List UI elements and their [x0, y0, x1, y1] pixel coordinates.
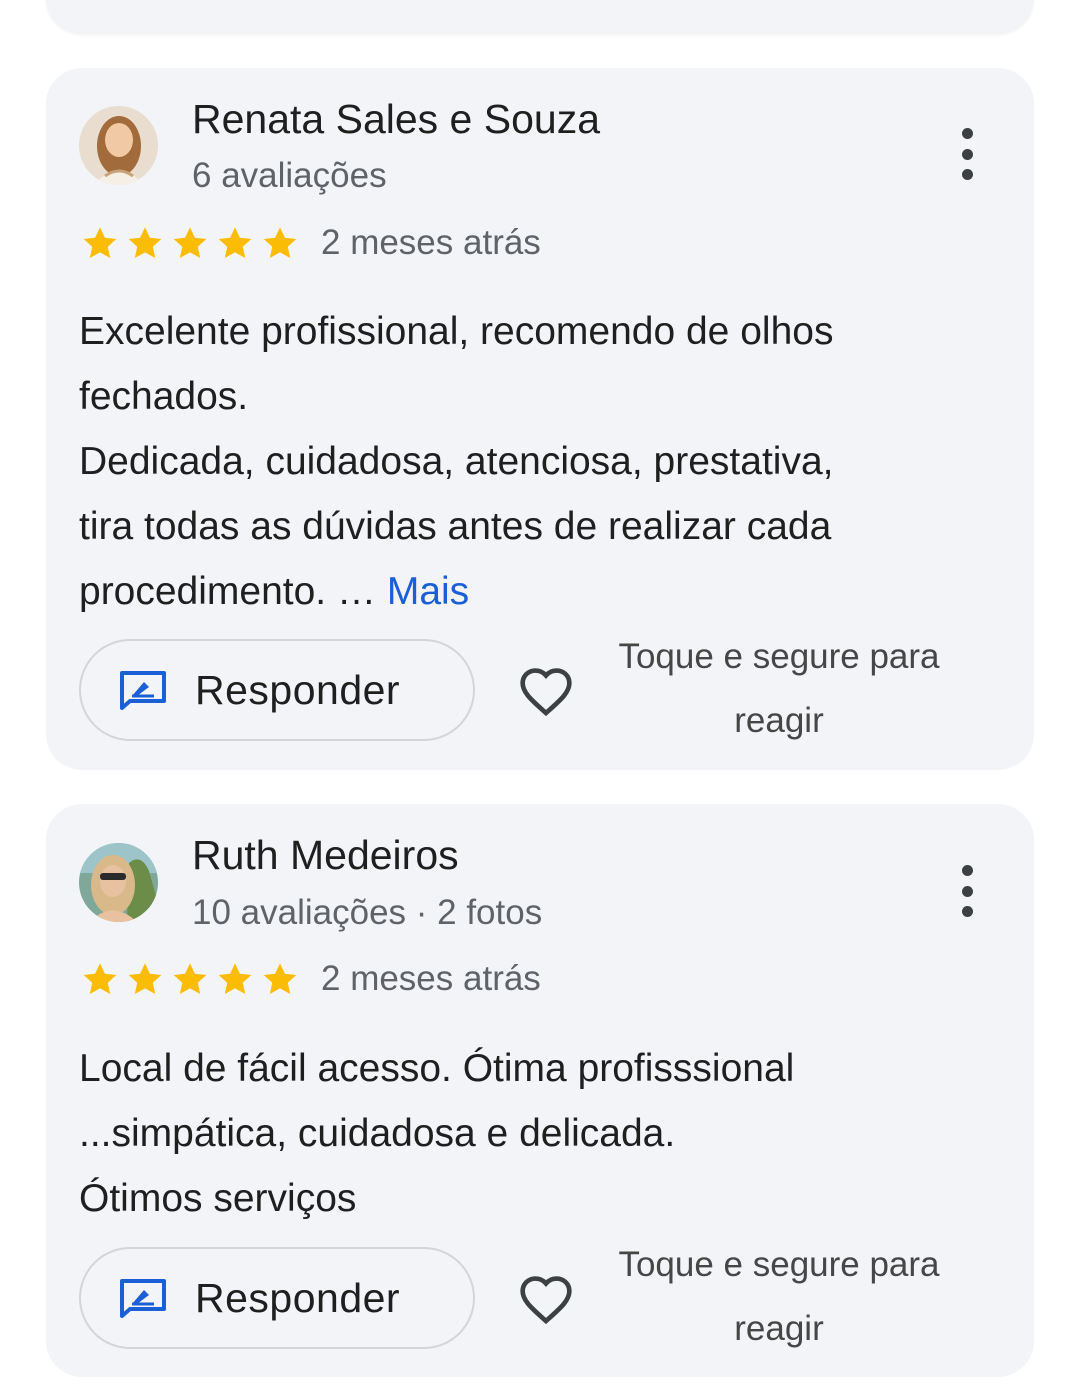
review-text-line: Ótimos serviços: [79, 1177, 357, 1220]
reply-button-label: Responder: [195, 666, 401, 713]
review-text-line: Dedicada, cuidadosa, atenciosa, prestati…: [79, 440, 834, 483]
reply-button-label: Responder: [195, 1274, 401, 1321]
reply-icon: [120, 1279, 166, 1318]
more-link[interactable]: Mais: [387, 570, 469, 613]
review-text-line: procedimento. … Mais: [79, 559, 979, 624]
review-text: Excelente profissional, recomendo de olh…: [79, 299, 979, 624]
reviewer-meta: 6 avaliações: [192, 156, 387, 195]
react-hint: Toque e segure para reagir: [594, 625, 964, 753]
star-icon: [83, 963, 117, 994]
review-card: Renata Sales e Souza 6 avaliações 2 mese…: [46, 68, 1034, 770]
star-icon: [218, 227, 252, 258]
react-hint-line: reagir: [734, 1309, 824, 1348]
review-time: 2 meses atrás: [321, 959, 541, 998]
more-vert-icon[interactable]: [950, 865, 984, 917]
star-icon: [128, 963, 162, 994]
more-vert-icon[interactable]: [950, 128, 984, 180]
review-text-line: fechados.: [79, 375, 249, 418]
reviewer-avatar[interactable]: [79, 843, 158, 922]
star-rating: [79, 224, 301, 264]
previous-review-card-edge: [46, 0, 1034, 33]
react-hint: Toque e segure para reagir: [594, 1233, 964, 1361]
review-card: Ruth Medeiros 10 avaliações · 2 fotos 2 …: [46, 804, 1034, 1377]
reply-button[interactable]: Responder: [79, 1247, 475, 1349]
heart-icon[interactable]: [516, 1272, 576, 1328]
star-icon: [128, 227, 162, 258]
reviewer-avatar[interactable]: [79, 106, 158, 185]
star-icon: [173, 227, 207, 258]
review-text-line: tira todas as dúvidas antes de realizar …: [79, 505, 832, 548]
review-text: Local de fácil acesso. Ótima profisssion…: [79, 1036, 979, 1231]
review-time: 2 meses atrás: [321, 223, 541, 262]
react-hint-line: Toque e segure para: [618, 1245, 940, 1284]
react-hint-line: Toque e segure para: [618, 637, 940, 676]
reviewer-name[interactable]: Renata Sales e Souza: [192, 96, 600, 143]
react-hint-line: reagir: [734, 701, 824, 740]
reply-button[interactable]: Responder: [79, 639, 475, 741]
star-icon: [263, 227, 297, 258]
review-text-line: ...simpática, cuidadosa e delicada.: [79, 1112, 676, 1155]
reviewer-name[interactable]: Ruth Medeiros: [192, 832, 459, 879]
reply-icon: [120, 671, 166, 710]
star-icon: [173, 963, 207, 994]
heart-icon[interactable]: [516, 664, 576, 720]
star-rating: [79, 960, 301, 1000]
review-text-line-end: procedimento. …: [79, 570, 376, 613]
star-icon: [263, 963, 297, 994]
star-icon: [218, 963, 252, 994]
reviewer-meta: 10 avaliações · 2 fotos: [192, 893, 543, 932]
star-icon: [83, 227, 117, 258]
review-text-line: Local de fácil acesso. Ótima profisssion…: [79, 1047, 795, 1090]
review-text-line: Excelente profissional, recomendo de olh…: [79, 310, 834, 353]
